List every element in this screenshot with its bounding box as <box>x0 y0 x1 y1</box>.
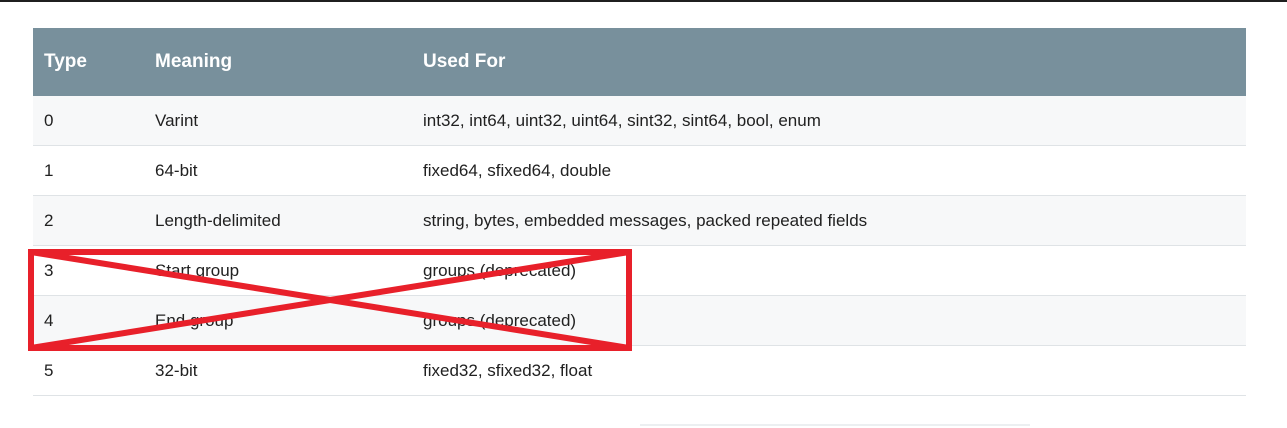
cell-meaning: Length-delimited <box>155 210 281 230</box>
cell-type: 2 <box>44 210 54 230</box>
cell-type: 3 <box>44 260 54 280</box>
table-row: 2 Length-delimited string, bytes, embedd… <box>33 196 1246 246</box>
cell-used-for: int32, int64, uint32, uint64, sint32, si… <box>423 110 821 130</box>
header-type: Type <box>44 51 87 72</box>
cell-meaning: 32-bit <box>155 360 198 380</box>
cell-meaning: 64-bit <box>155 160 198 180</box>
cell-meaning: Varint <box>155 110 199 130</box>
cell-meaning: Start group <box>155 260 240 280</box>
table-row: 3 Start group groups (deprecated) <box>33 246 1246 296</box>
cell-meaning: End group <box>155 310 234 330</box>
cell-used-for: groups (deprecated) <box>423 260 577 280</box>
header-meaning: Meaning <box>155 51 233 72</box>
footer-divider <box>640 424 1030 426</box>
table-row: 4 End group groups (deprecated) <box>33 296 1246 346</box>
top-divider <box>0 0 1287 2</box>
table-row: 5 32-bit fixed32, sfixed32, float <box>33 346 1246 396</box>
table-row: 0 Varint int32, int64, uint32, uint64, s… <box>33 96 1246 146</box>
cell-used-for: fixed64, sfixed64, double <box>423 160 612 180</box>
cell-type: 0 <box>44 110 54 130</box>
table-header: Type Meaning Used For <box>33 28 1246 96</box>
cell-used-for: fixed32, sfixed32, float <box>423 360 593 380</box>
cell-used-for: groups (deprecated) <box>423 310 577 330</box>
table-row: 1 64-bit fixed64, sfixed64, double <box>33 146 1246 196</box>
wire-types-table: Type Meaning Used For 0 Varint int32, in… <box>33 28 1246 396</box>
cell-type: 5 <box>44 360 54 380</box>
cell-type: 1 <box>44 160 54 180</box>
cell-type: 4 <box>44 310 54 330</box>
header-used-for: Used For <box>423 51 506 72</box>
page: Type Meaning Used For 0 Varint int32, in… <box>0 0 1287 428</box>
cell-used-for: string, bytes, embedded messages, packed… <box>423 210 868 230</box>
